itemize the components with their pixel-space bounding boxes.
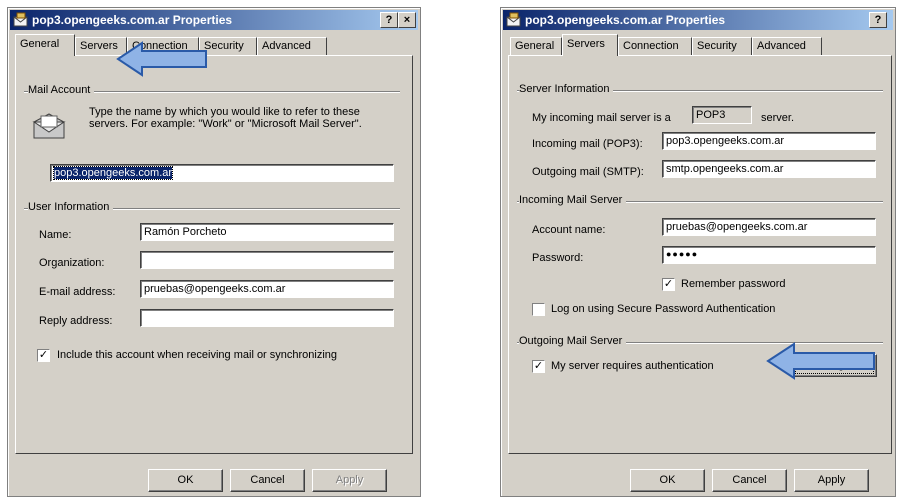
tab-security[interactable]: Security [692, 37, 752, 55]
left-properties-window: pop3.opengeeks.com.ar Properties ? × Gen… [7, 7, 421, 497]
mail-account-description: Type the name by which you would like to… [89, 106, 362, 130]
left-pointer-arrow-icon [116, 41, 207, 77]
left-cancel-button[interactable]: Cancel [230, 469, 305, 492]
name-label: Name: [39, 229, 72, 241]
spa-label: Log on using Secure Password Authenticat… [551, 303, 776, 315]
incoming-type-suffix: server. [761, 112, 795, 124]
right-pointer-arrow-icon [766, 342, 875, 380]
mail-envelope-icon [32, 113, 66, 139]
outgoing-mail-label: Outgoing mail (SMTP): [532, 166, 644, 178]
tab-advanced[interactable]: Advanced [752, 37, 822, 55]
incoming-type-prefix: My incoming mail server is a [532, 112, 671, 124]
email-label: E-mail address: [39, 286, 116, 298]
right-title-bar[interactable]: pop3.opengeeks.com.ar Properties ? [503, 10, 893, 30]
include-account-label: Include this account when receiving mail… [57, 349, 338, 361]
right-properties-window: pop3.opengeeks.com.ar Properties ? Gener… [500, 7, 896, 497]
close-icon[interactable]: × [398, 12, 416, 28]
incoming-mail-label: Incoming mail (POP3): [532, 138, 643, 150]
password-label: Password: [532, 252, 584, 264]
right-apply-button[interactable]: Apply [794, 469, 869, 492]
mail-account-icon [13, 12, 28, 27]
help-icon[interactable]: ? [869, 12, 887, 28]
right-window-title: pop3.opengeeks.com.ar Properties [525, 13, 726, 27]
right-servers-panel: Server Information My incoming mail serv… [508, 55, 892, 454]
tab-connection[interactable]: Connection [618, 37, 692, 55]
user-info-heading: User Information [28, 201, 114, 213]
incoming-server-heading: Incoming Mail Server [519, 194, 627, 206]
include-account-checkbox[interactable]: ✓ [37, 349, 50, 362]
tab-general[interactable]: General [510, 37, 562, 55]
left-general-panel: Mail Account Type the name by which you … [15, 55, 413, 454]
account-name-label: Account name: [532, 224, 606, 236]
reply-address-field[interactable] [140, 309, 394, 327]
right-cancel-button[interactable]: Cancel [712, 469, 787, 492]
tab-general[interactable]: General [15, 34, 75, 56]
requires-auth-checkbox[interactable]: ✓ [532, 360, 545, 373]
left-window-title: pop3.opengeeks.com.ar Properties [32, 13, 233, 27]
incoming-mail-field[interactable]: pop3.opengeeks.com.ar [662, 132, 876, 150]
account-name-field[interactable]: pruebas@opengeeks.com.ar [662, 218, 876, 236]
email-field[interactable]: pruebas@opengeeks.com.ar [140, 280, 394, 298]
left-apply-button[interactable]: Apply [312, 469, 387, 492]
tab-servers[interactable]: Servers [562, 34, 618, 56]
account-name-field[interactable]: pop3.opengeeks.com.ar [50, 164, 394, 182]
left-title-bar[interactable]: pop3.opengeeks.com.ar Properties ? × [10, 10, 418, 30]
left-ok-button[interactable]: OK [148, 469, 223, 492]
password-field[interactable]: ●●●●● [662, 246, 876, 264]
help-icon[interactable]: ? [380, 12, 398, 28]
outgoing-mail-field[interactable]: smtp.opengeeks.com.ar [662, 160, 876, 178]
tab-advanced[interactable]: Advanced [257, 37, 327, 55]
mail-account-heading: Mail Account [28, 84, 95, 96]
name-field[interactable]: Ramón Porcheto [140, 223, 394, 241]
organization-label: Organization: [39, 257, 105, 269]
reply-address-label: Reply address: [39, 315, 113, 327]
requires-auth-label: My server requires authentication [551, 360, 714, 372]
right-ok-button[interactable]: OK [630, 469, 705, 492]
organization-field[interactable] [140, 251, 394, 269]
account-name-value: pop3.opengeeks.com.ar [52, 166, 174, 180]
incoming-type-field: POP3 [692, 106, 752, 124]
server-info-heading: Server Information [519, 83, 614, 95]
mail-account-icon [506, 12, 521, 27]
outgoing-server-heading: Outgoing Mail Server [519, 335, 627, 347]
remember-password-checkbox[interactable]: ✓ [662, 278, 675, 291]
spa-checkbox[interactable] [532, 303, 545, 316]
remember-password-label: Remember password [681, 278, 786, 290]
